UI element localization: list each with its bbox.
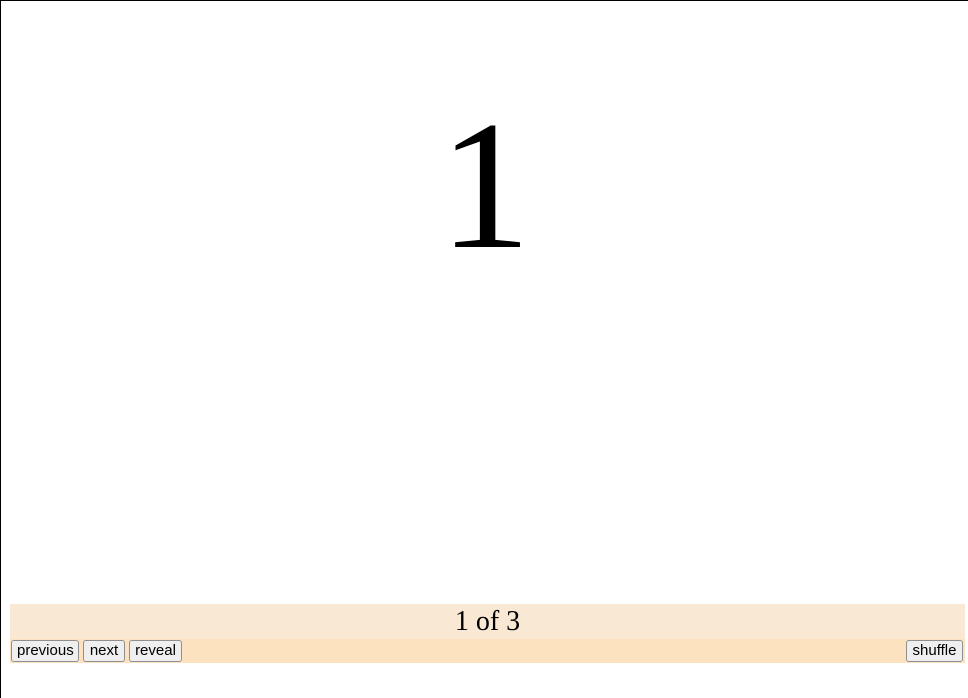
controls-bar: previous next reveal shuffle (10, 639, 965, 663)
previous-button[interactable]: previous (11, 640, 79, 662)
next-button[interactable]: next (83, 640, 125, 662)
reveal-button[interactable]: reveal (129, 640, 182, 662)
card-counter: 1 of 3 (10, 604, 965, 639)
card-value: 1 (439, 83, 531, 287)
flashcard-viewer: 1 1 of 3 previous next reveal shuffle (0, 0, 968, 698)
card-face: 1 (1, 1, 968, 601)
shuffle-button[interactable]: shuffle (906, 640, 963, 662)
